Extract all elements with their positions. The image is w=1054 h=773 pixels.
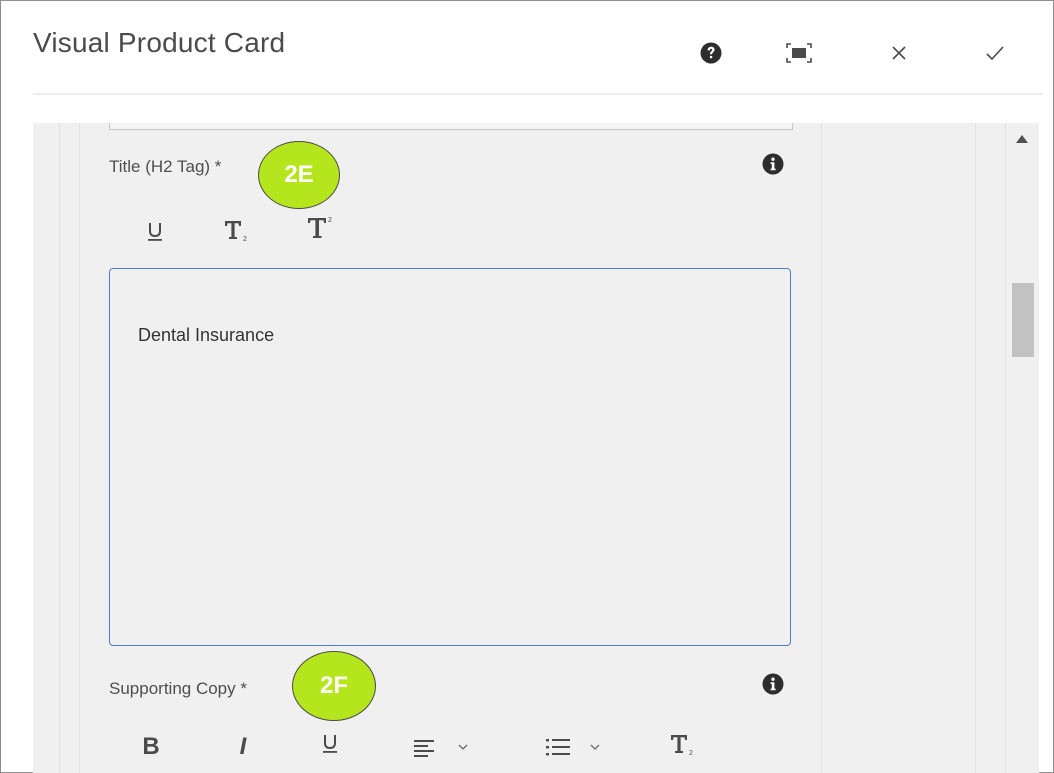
chevron-down-icon xyxy=(458,744,468,750)
scroll-up-icon[interactable] xyxy=(1016,135,1028,143)
callout-badge: 2F xyxy=(292,651,376,721)
close-icon xyxy=(892,46,906,60)
help-button[interactable] xyxy=(693,35,729,71)
fullscreen-button[interactable] xyxy=(781,35,817,71)
superscript-button[interactable]: 2 xyxy=(301,207,341,247)
underline-button[interactable] xyxy=(141,211,169,251)
checkmark-icon xyxy=(986,46,1004,61)
italic-button[interactable]: I xyxy=(229,727,257,767)
subscript-icon: 2 xyxy=(225,221,247,243)
close-button[interactable] xyxy=(881,35,917,71)
align-icon xyxy=(414,740,434,757)
info-icon[interactable] xyxy=(762,153,784,175)
title-rich-text-editor[interactable]: Dental Insurance xyxy=(109,268,791,646)
divider xyxy=(79,123,80,773)
svg-text:2: 2 xyxy=(328,217,332,224)
previous-field-bottom[interactable] xyxy=(109,123,793,130)
underline-icon xyxy=(323,735,337,753)
divider xyxy=(821,123,822,773)
divider xyxy=(59,123,60,773)
info-icon[interactable] xyxy=(762,673,784,695)
vertical-scrollbar[interactable] xyxy=(1005,123,1039,773)
superscript-icon: 2 xyxy=(308,217,332,238)
underline-button[interactable] xyxy=(316,723,344,763)
dialog-title: Visual Product Card xyxy=(33,27,286,58)
help-circle-icon xyxy=(700,42,722,64)
title-field-label: Title (H2 Tag) * xyxy=(109,157,222,176)
dialog-content: Title (H2 Tag) * 2 2 Dental Insurance Su… xyxy=(33,123,1039,773)
title-text-value[interactable]: Dental Insurance xyxy=(138,325,274,346)
svg-text:2: 2 xyxy=(243,236,247,243)
subscript-button[interactable]: 2 xyxy=(219,211,255,251)
confirm-button[interactable] xyxy=(977,35,1013,71)
scrollbar-thumb[interactable] xyxy=(1012,283,1034,357)
callout-badge: 2E xyxy=(258,141,340,209)
underline-icon xyxy=(148,223,162,241)
chevron-down-icon xyxy=(590,744,600,750)
dialog-header: Visual Product Card xyxy=(33,1,1043,95)
fullscreen-icon xyxy=(786,43,812,63)
bold-button[interactable]: B xyxy=(137,727,165,767)
list-dropdown[interactable] xyxy=(533,727,613,767)
subscript-button[interactable]: 2 xyxy=(665,725,701,765)
divider xyxy=(975,123,976,773)
align-dropdown[interactable] xyxy=(401,727,481,767)
dialog-window: Visual Product Card Title (H2 Tag) * 2 2… xyxy=(0,0,1054,773)
supporting-copy-label: Supporting Copy * xyxy=(109,679,247,698)
svg-text:2: 2 xyxy=(689,750,693,757)
list-icon xyxy=(546,739,570,756)
subscript-icon: 2 xyxy=(671,735,693,757)
